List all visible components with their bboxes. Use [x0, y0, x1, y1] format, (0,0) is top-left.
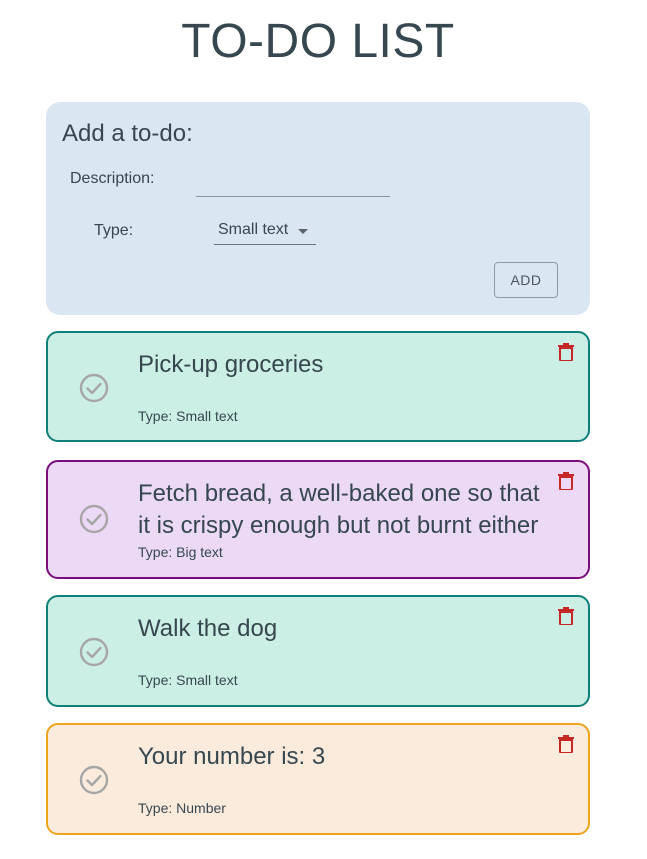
type-select-value: Small text: [218, 221, 289, 238]
caret-down-icon: [298, 229, 308, 234]
todo-text: Fetch bread, a well-baked one so that it…: [138, 480, 540, 539]
add-todo-heading: Add a to-do:: [62, 120, 193, 147]
trash-icon[interactable]: [558, 735, 574, 753]
todo-text: Your number is: 3: [138, 743, 326, 770]
todo-card: Your number is: 3 Type: Number: [46, 723, 590, 835]
todo-text: Walk the dog: [138, 615, 278, 642]
description-input[interactable]: [196, 172, 390, 197]
trash-icon[interactable]: [558, 472, 574, 490]
add-button[interactable]: ADD: [494, 262, 558, 298]
check-circle-icon[interactable]: [79, 373, 109, 403]
todo-card: Walk the dog Type: Small text: [46, 595, 590, 707]
type-select[interactable]: Small text: [214, 218, 316, 245]
todo-type: Type: Number: [138, 800, 226, 816]
trash-icon[interactable]: [558, 607, 574, 625]
todo-type: Type: Small text: [138, 672, 238, 688]
todo-type: Type: Big text: [138, 544, 223, 560]
todo-text: Pick-up groceries: [138, 351, 324, 378]
trash-icon[interactable]: [558, 343, 574, 361]
check-circle-icon[interactable]: [79, 765, 109, 795]
todo-type: Type: Small text: [138, 408, 238, 424]
page-title: TO-DO LIST: [181, 15, 455, 68]
add-todo-panel: Add a to-do: Description: Type: Small te…: [46, 102, 590, 315]
todo-card: Fetch bread, a well-baked one so that it…: [46, 460, 590, 579]
description-label: Description:: [70, 170, 155, 187]
type-label: Type:: [94, 222, 134, 239]
check-circle-icon[interactable]: [79, 637, 109, 667]
todo-card: Pick-up groceries Type: Small text: [46, 331, 590, 442]
check-circle-icon[interactable]: [79, 504, 109, 534]
